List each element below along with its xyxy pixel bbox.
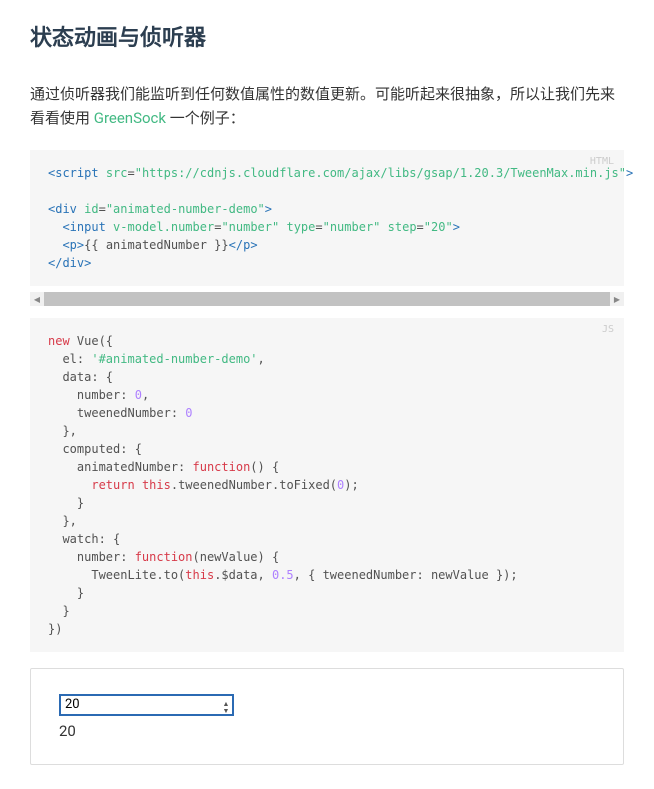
demo-box: ▲ ▼ 20 — [30, 668, 624, 765]
demo-output: 20 — [59, 722, 595, 740]
greensock-link[interactable]: GreenSock — [94, 109, 166, 127]
code-block-html: HTML <script src="https://cdnjs.cloudfla… — [30, 150, 624, 286]
code-lang-label: JS — [602, 324, 614, 335]
number-input[interactable] — [59, 694, 234, 716]
scrollbar-track[interactable] — [44, 292, 610, 306]
code-html-content: <script src="https://cdnjs.cloudflare.co… — [48, 164, 606, 272]
horizontal-scrollbar[interactable]: ◀ ▶ — [30, 292, 624, 306]
scroll-left-arrow-icon[interactable]: ◀ — [30, 292, 44, 306]
code-js-content: new Vue({ el: '#animated-number-demo', d… — [48, 332, 606, 638]
intro-text-post: 一个例子： — [166, 109, 245, 127]
intro-paragraph: 通过侦听器我们能监听到任何数值属性的数值更新。可能听起来很抽象，所以让我们先来看… — [30, 82, 624, 130]
code-lang-label: HTML — [590, 156, 614, 167]
scroll-right-arrow-icon[interactable]: ▶ — [610, 292, 624, 306]
code-block-js: JS new Vue({ el: '#animated-number-demo'… — [30, 318, 624, 652]
page-title: 状态动画与侦听器 — [30, 20, 624, 52]
number-input-wrapper: ▲ ▼ — [59, 694, 234, 722]
